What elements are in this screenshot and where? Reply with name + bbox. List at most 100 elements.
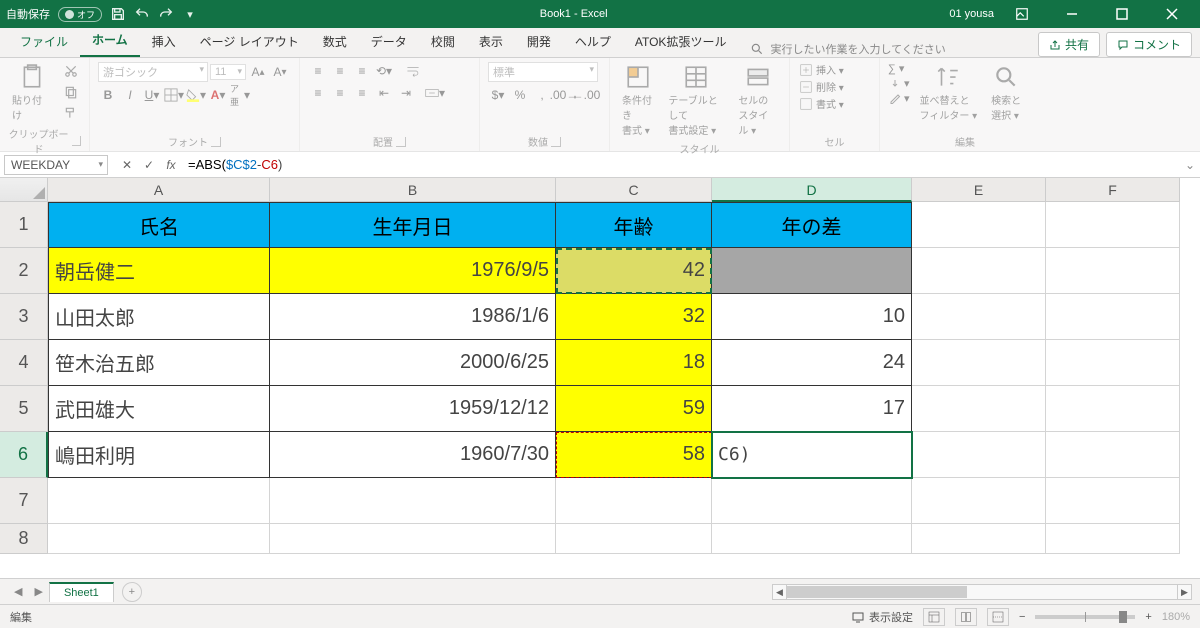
cell-E5[interactable] [912,386,1046,432]
decrease-decimal-icon[interactable]: ←.00 [576,86,596,104]
cell-D5[interactable]: 17 [712,386,912,432]
save-icon[interactable] [110,6,126,22]
italic-icon[interactable]: I [120,86,140,104]
row-header-5[interactable]: 5 [0,386,48,432]
comment-button[interactable]: コメント [1106,32,1192,57]
formula-cancel-icon[interactable]: ✕ [116,158,138,172]
view-normal-icon[interactable] [923,608,945,626]
share-button[interactable]: 共有 [1038,32,1100,57]
align-middle-icon[interactable]: ≡ [330,62,350,80]
row-header-4[interactable]: 4 [0,340,48,386]
align-right-icon[interactable]: ≡ [352,84,372,102]
font-launcher-icon[interactable] [211,137,221,147]
row-header-6[interactable]: 6 [0,432,48,478]
tab-help[interactable]: ヘルプ [563,27,623,57]
user-name[interactable]: 01 yousa [949,8,994,20]
find-select-button[interactable]: 検索と 選択 ▾ [987,62,1025,124]
cell-A6[interactable]: 嶋田利明 [48,432,270,478]
cell-C5[interactable]: 59 [556,386,712,432]
minimize-icon[interactable] [1050,0,1094,28]
copy-icon[interactable] [61,83,81,101]
cell-D7[interactable] [712,478,912,524]
horizontal-scrollbar[interactable]: ◀▶ [772,584,1192,600]
zoom-in-icon[interactable]: + [1145,611,1151,623]
fx-icon[interactable]: fx [160,158,182,172]
orientation-icon[interactable]: ⟲▾ [374,62,394,80]
cell-E6[interactable] [912,432,1046,478]
borders-icon[interactable]: ▾ [164,86,184,104]
row-header-7[interactable]: 7 [0,478,48,524]
autosum-button[interactable]: ∑ ▾ [888,62,910,75]
sheet-nav-prev-icon[interactable]: ◀ [8,585,28,598]
decrease-indent-icon[interactable]: ⇤ [374,84,394,102]
cell-D1[interactable]: 年の差 [712,202,912,248]
cell-C7[interactable] [556,478,712,524]
increase-font-icon[interactable]: A▴ [248,63,268,81]
format-as-table-button[interactable]: テーブルとして 書式設定 ▾ [664,62,728,139]
column-header-E[interactable]: E [912,178,1046,202]
cell-D6-editing[interactable]: C6) [712,432,912,478]
worksheet-grid[interactable]: A B C D E F 1 氏名 生年月日 年齢 年の差 2 朝岳健二 1976… [0,178,1200,578]
number-format-dropdown[interactable]: 標準 [488,62,598,82]
qat-customize-icon[interactable]: ▾ [182,6,198,22]
cell-A7[interactable] [48,478,270,524]
font-size-dropdown[interactable]: 11 [210,64,246,80]
tab-data[interactable]: データ [359,27,419,57]
bold-icon[interactable]: B [98,86,118,104]
phonetic-icon[interactable]: ア亜▾ [230,86,250,104]
cell-A8[interactable] [48,524,270,554]
accounting-format-icon[interactable]: $▾ [488,86,508,104]
align-left-icon[interactable]: ≡ [308,84,328,102]
maximize-icon[interactable] [1100,0,1144,28]
cell-B6[interactable]: 1960/7/30 [270,432,556,478]
cell-D3[interactable]: 10 [712,294,912,340]
cell-B8[interactable] [270,524,556,554]
autosave-toggle[interactable]: オフ [58,7,102,22]
font-color-icon[interactable]: A▾ [208,86,228,104]
cell-B7[interactable] [270,478,556,524]
cut-icon[interactable] [61,62,81,80]
tab-review[interactable]: 校閲 [419,27,467,57]
select-all-corner[interactable] [0,178,48,202]
wrap-text-icon[interactable] [396,62,430,80]
tab-atok[interactable]: ATOK拡張ツール [623,27,739,57]
delete-cells-button[interactable]: 削除 ▾ [798,79,844,94]
view-page-break-icon[interactable] [987,608,1009,626]
ribbon-options-icon[interactable] [1000,0,1044,28]
fill-color-icon[interactable]: ▾ [186,86,206,104]
formula-bar[interactable]: =ABS($C$2-C6) [182,155,1180,175]
cell-A2[interactable]: 朝岳健二 [48,248,270,294]
cell-C3[interactable]: 32 [556,294,712,340]
align-bottom-icon[interactable]: ≡ [352,62,372,80]
formula-bar-expand-icon[interactable]: ⌄ [1180,158,1200,172]
cell-E3[interactable] [912,294,1046,340]
row-header-3[interactable]: 3 [0,294,48,340]
clipboard-launcher-icon[interactable] [72,136,81,146]
column-header-D[interactable]: D [712,178,912,202]
cell-A1[interactable]: 氏名 [48,202,270,248]
column-header-B[interactable]: B [270,178,556,202]
tab-layout[interactable]: ページ レイアウト [188,27,311,57]
align-center-icon[interactable]: ≡ [330,84,350,102]
cell-C4[interactable]: 18 [556,340,712,386]
view-page-layout-icon[interactable] [955,608,977,626]
cell-E2[interactable] [912,248,1046,294]
cell-styles-button[interactable]: セルの スタイル ▾ [734,62,781,139]
row-header-1[interactable]: 1 [0,202,48,248]
paste-button[interactable]: 貼り付け [8,62,55,124]
name-box[interactable]: WEEKDAY [4,155,108,175]
font-name-dropdown[interactable]: 游ゴシック [98,62,208,82]
close-icon[interactable] [1150,0,1194,28]
decrease-font-icon[interactable]: A▾ [270,63,290,81]
tab-insert[interactable]: 挿入 [140,27,188,57]
cell-E8[interactable] [912,524,1046,554]
formula-enter-icon[interactable]: ✓ [138,158,160,172]
cell-C2[interactable]: 42 [556,248,712,294]
cell-B4[interactable]: 2000/6/25 [270,340,556,386]
underline-icon[interactable]: U▾ [142,86,162,104]
tab-file[interactable]: ファイル [8,27,80,57]
sheet-tab-1[interactable]: Sheet1 [49,582,114,602]
zoom-level[interactable]: 180% [1162,611,1190,623]
cell-F5[interactable] [1046,386,1180,432]
cell-C1[interactable]: 年齢 [556,202,712,248]
